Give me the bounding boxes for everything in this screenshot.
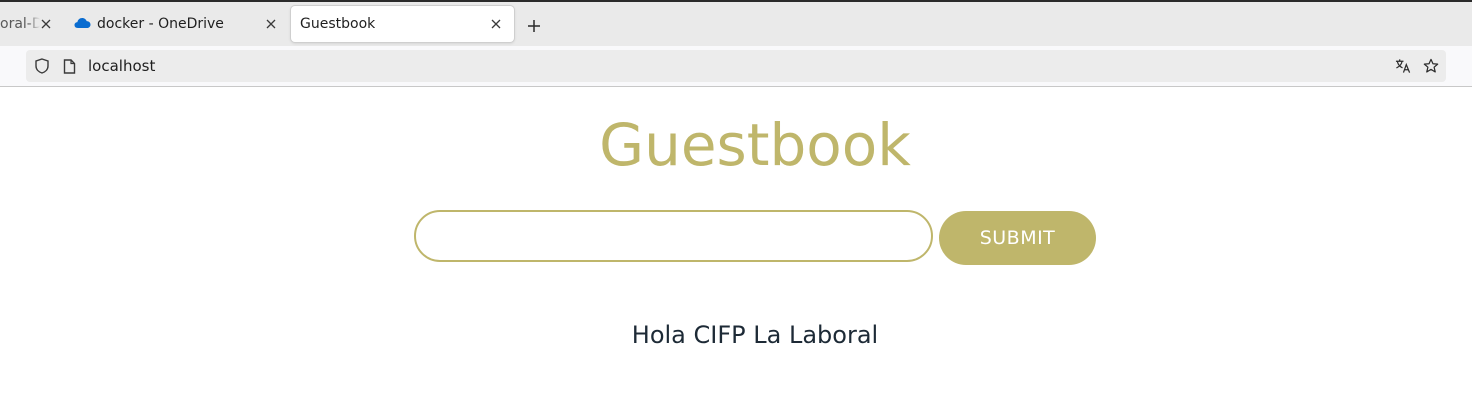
navigation-toolbar: localhost — [0, 46, 1472, 86]
page-title: Guestbook — [599, 111, 911, 179]
close-icon[interactable] — [263, 16, 279, 32]
new-tab-button[interactable] — [522, 14, 546, 38]
browser-window: oral-DA docker - OneDrive Guestbook — [0, 0, 1472, 413]
tab-partial[interactable]: oral-DA — [0, 6, 58, 42]
close-icon[interactable] — [38, 16, 54, 32]
tab-onedrive[interactable]: docker - OneDrive — [66, 6, 288, 42]
tab-strip: oral-DA docker - OneDrive Guestbook — [0, 2, 1472, 46]
tab-label: Guestbook — [300, 16, 376, 32]
url-text[interactable]: localhost — [88, 57, 155, 75]
guestbook-input[interactable] — [414, 210, 933, 262]
submit-button[interactable]: SUBMIT — [939, 211, 1096, 265]
close-icon[interactable] — [488, 16, 504, 32]
guestbook-entry: Hola CIFP La Laboral — [631, 321, 879, 349]
plus-icon — [528, 20, 540, 32]
onedrive-cloud-icon — [74, 17, 91, 29]
url-bar[interactable]: localhost — [26, 50, 1446, 82]
tab-label: oral-DA — [0, 16, 40, 32]
bookmark-star-icon[interactable] — [1423, 58, 1439, 74]
tab-label: docker - OneDrive — [97, 16, 224, 32]
translate-icon[interactable] — [1395, 58, 1411, 74]
shield-icon[interactable] — [34, 58, 50, 74]
tab-guestbook[interactable]: Guestbook — [291, 6, 514, 42]
page-icon[interactable] — [61, 58, 77, 74]
page-content: Guestbook SUBMIT Hola CIFP La Laboral — [0, 87, 1472, 413]
